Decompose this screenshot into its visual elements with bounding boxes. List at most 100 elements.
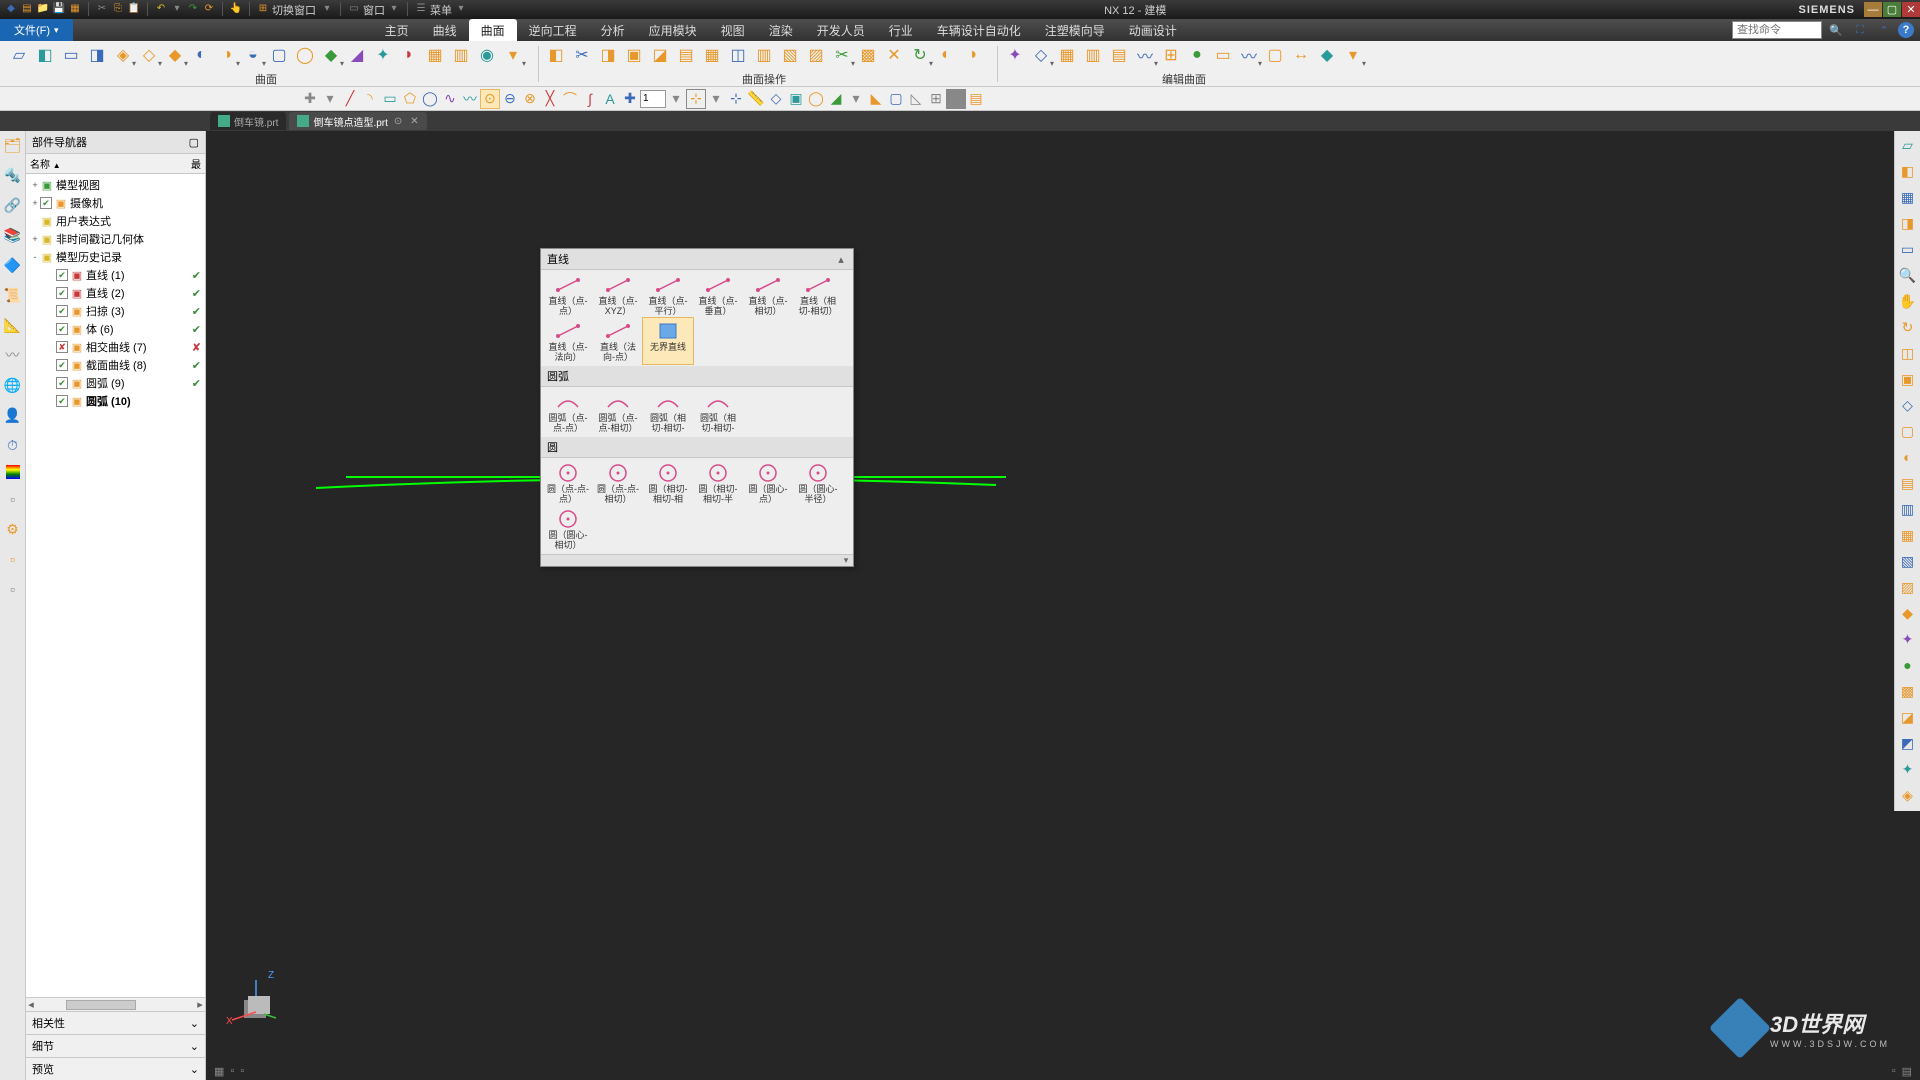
- text-icon[interactable]: A: [600, 89, 620, 109]
- tree-node[interactable]: +▣非时间戳记几何体: [26, 230, 205, 248]
- checkbox-icon[interactable]: ✔: [40, 197, 52, 209]
- patch-icon[interactable]: ▤: [675, 44, 697, 66]
- law-extension-icon[interactable]: ▦: [424, 44, 446, 66]
- tree-node[interactable]: ✔▣圆弧 (10): [26, 392, 205, 410]
- search-command-input[interactable]: [1732, 21, 1822, 39]
- view11-icon[interactable]: ✦: [1898, 629, 1918, 649]
- edge-blend-icon[interactable]: ◢: [826, 89, 846, 109]
- tree-node[interactable]: ✔▣圆弧 (9)✔: [26, 374, 205, 392]
- gallery-item[interactable]: 圆（相切-相切-半: [693, 460, 743, 506]
- gallery-item[interactable]: 圆（圆心-点）: [743, 460, 793, 506]
- internet-icon[interactable]: 🌐: [3, 375, 23, 395]
- checkbox-icon[interactable]: ✔: [56, 287, 68, 299]
- dropdown-icon[interactable]: ▾: [320, 89, 340, 109]
- isotrim-icon[interactable]: ▨: [805, 44, 827, 66]
- more-ops-icon[interactable]: ◐: [935, 44, 957, 66]
- search-icon[interactable]: 🔍: [1826, 21, 1846, 39]
- ribbon-tab[interactable]: 动画设计: [1117, 19, 1189, 41]
- gallery-item[interactable]: 直线（法向-点）: [593, 318, 643, 364]
- view14-icon[interactable]: ◪: [1898, 707, 1918, 727]
- ribbon-builder-icon[interactable]: ▥: [450, 44, 472, 66]
- system-icon[interactable]: ⏱: [3, 435, 23, 455]
- gallery-item[interactable]: 直线（点-XYZ）: [593, 272, 643, 318]
- studio-spline-icon[interactable]: 〰: [460, 89, 480, 109]
- hd3d-icon[interactable]: 🔷: [3, 255, 23, 275]
- tree-node[interactable]: ✔▣体 (6)✔: [26, 320, 205, 338]
- flatten-icon[interactable]: ▭: [1212, 44, 1234, 66]
- view16-icon[interactable]: ✦: [1898, 759, 1918, 779]
- gallery-item[interactable]: 圆（圆心-半径）: [793, 460, 843, 506]
- dropdown-icon[interactable]: ▾: [170, 2, 184, 16]
- part-navigator-icon[interactable]: 🗂: [3, 135, 23, 155]
- composite-curve-icon[interactable]: ∫: [580, 89, 600, 109]
- tree-node[interactable]: ▣用户表达式: [26, 212, 205, 230]
- untrim-icon[interactable]: ▣: [623, 44, 645, 66]
- x-c-icon[interactable]: ⊹: [726, 89, 746, 109]
- ribbon-tab[interactable]: 行业: [877, 19, 925, 41]
- gallery-item[interactable]: 圆弧（点-点-点）: [543, 389, 593, 435]
- project-curve-icon[interactable]: ⊗: [520, 89, 540, 109]
- iform-icon[interactable]: ◇: [1030, 44, 1052, 66]
- intersect-curve-icon[interactable]: ╳: [540, 89, 560, 109]
- boundary-icon[interactable]: ▢: [1264, 44, 1286, 66]
- horizontal-scrollbar[interactable]: ◂ ▸: [26, 997, 205, 1011]
- section-surface-icon[interactable]: ◑: [216, 44, 238, 66]
- perspective-icon[interactable]: ◫: [1898, 343, 1918, 363]
- emboss-icon[interactable]: ◆: [320, 44, 342, 66]
- ribbon-tab[interactable]: 主页: [373, 19, 421, 41]
- open-icon[interactable]: 📁: [36, 2, 50, 16]
- dropdown-icon[interactable]: ▾: [846, 89, 866, 109]
- gallery-item[interactable]: 直线（点-平行）: [643, 272, 693, 318]
- save-all-icon[interactable]: ▦: [68, 2, 82, 16]
- xform-icon[interactable]: ✦: [372, 44, 394, 66]
- another3-icon[interactable]: ▫: [3, 579, 23, 599]
- scroll-up-icon[interactable]: ▴: [835, 253, 847, 266]
- shaded-icon[interactable]: ◧: [1898, 161, 1918, 181]
- match-edge-icon[interactable]: ▦: [1056, 44, 1078, 66]
- wcs-icon[interactable]: ⊹: [686, 89, 706, 109]
- gallery-item[interactable]: 直线（点-法向）: [543, 318, 593, 364]
- section-details[interactable]: 细节⌄: [26, 1034, 205, 1057]
- polygon-icon[interactable]: ⬠: [400, 89, 420, 109]
- edge-symmetry-icon[interactable]: ▥: [1082, 44, 1104, 66]
- curve-primitives-icon[interactable]: ⊙: [480, 89, 500, 109]
- surface-bridge-icon[interactable]: ◐: [190, 44, 212, 66]
- column-name[interactable]: 名称: [30, 160, 50, 171]
- gallery-item[interactable]: 圆（圆心-相切）: [543, 506, 593, 552]
- view4-icon[interactable]: ◐: [1898, 447, 1918, 467]
- view17-icon[interactable]: ◈: [1898, 785, 1918, 805]
- hole-icon[interactable]: ◯: [806, 89, 826, 109]
- checkbox-icon[interactable]: ✔: [56, 305, 68, 317]
- tree-node[interactable]: ✘▣相交曲线 (7)✘: [26, 338, 205, 356]
- view12-icon[interactable]: ●: [1898, 655, 1918, 675]
- smooth-icon[interactable]: 〰: [1134, 44, 1156, 66]
- checkbox-icon[interactable]: ✔: [56, 359, 68, 371]
- view3-icon[interactable]: ▢: [1898, 421, 1918, 441]
- surface-styled-icon[interactable]: ◨: [86, 44, 108, 66]
- ribbon-tab[interactable]: 分析: [589, 19, 637, 41]
- variational-sweep-icon[interactable]: ◢: [346, 44, 368, 66]
- edit-pole-icon[interactable]: ●: [1186, 44, 1208, 66]
- replace-face-icon[interactable]: ↻: [909, 44, 931, 66]
- gallery-item[interactable]: 圆（点-点-相切）: [593, 460, 643, 506]
- gallery-item[interactable]: 直线（点-相切）: [743, 272, 793, 318]
- paste-icon[interactable]: 📋: [127, 2, 141, 16]
- pin-icon[interactable]: ⊙: [394, 116, 402, 127]
- more-ops2-icon[interactable]: ◑: [961, 44, 983, 66]
- column-new[interactable]: 最: [187, 154, 205, 173]
- checkbox-icon[interactable]: ✔: [56, 269, 68, 281]
- join-icon[interactable]: ▦: [701, 44, 723, 66]
- refit-icon[interactable]: ▤: [1108, 44, 1130, 66]
- gallery-item[interactable]: 直线（相切-相切）: [793, 272, 843, 318]
- rotate-icon[interactable]: ↻: [1898, 317, 1918, 337]
- tree-node[interactable]: +▣模型视图: [26, 176, 205, 194]
- ellipse-icon[interactable]: ◯: [420, 89, 440, 109]
- sew-icon[interactable]: ◪: [649, 44, 671, 66]
- delete-face-icon[interactable]: ✕: [883, 44, 905, 66]
- expand-icon[interactable]: +: [30, 234, 40, 244]
- tree-node[interactable]: +✔▣摄像机: [26, 194, 205, 212]
- gallery-item[interactable]: 直线（点-点）: [543, 272, 593, 318]
- fit-icon[interactable]: ▭: [1898, 239, 1918, 259]
- gallery-item[interactable]: 圆弧（点-点-相切）: [593, 389, 643, 435]
- expand-icon[interactable]: -: [30, 252, 40, 262]
